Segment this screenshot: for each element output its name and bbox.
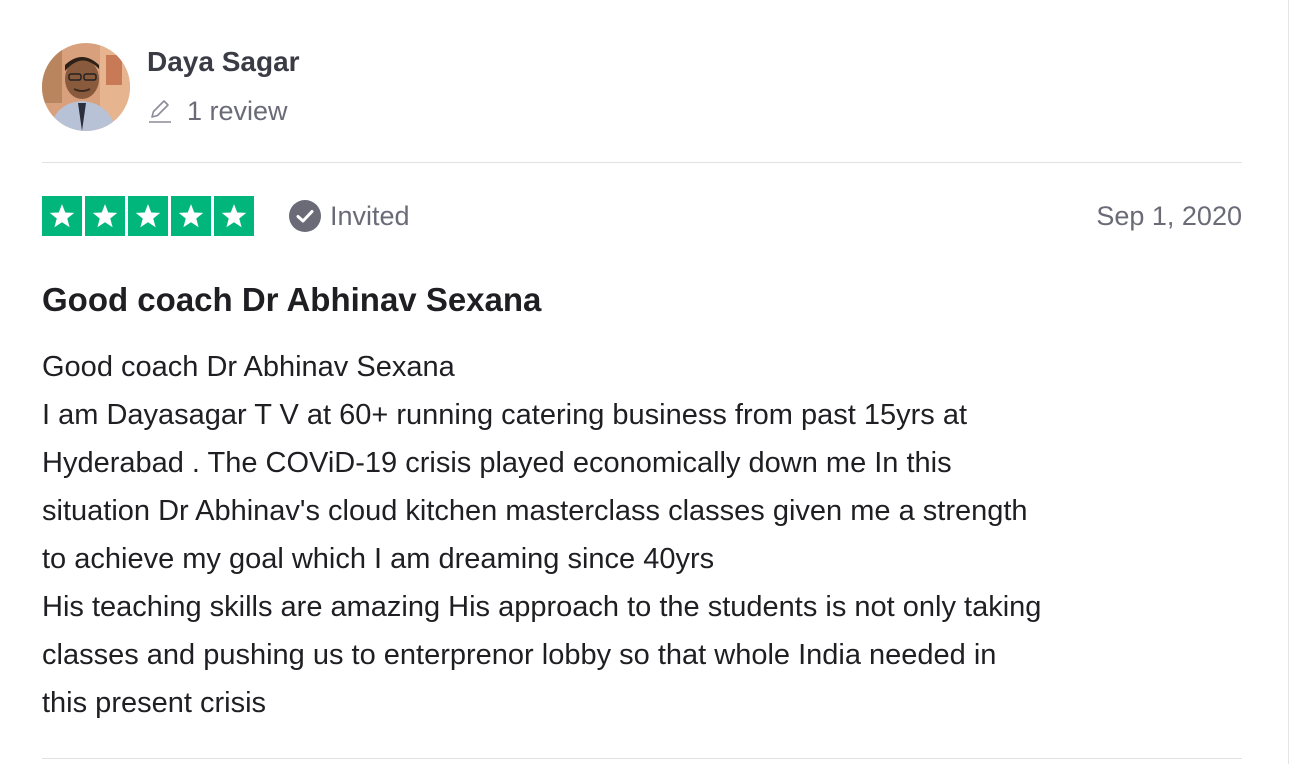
pencil-icon: [149, 100, 171, 123]
page-edge-divider: [1288, 0, 1289, 764]
review-body-line: situation Dr Abhinav's cloud kitchen mas…: [42, 495, 1028, 527]
verification-badge[interactable]: Invited: [289, 199, 410, 233]
consumer-review-count[interactable]: 1 review: [147, 94, 288, 128]
star-icon: [171, 196, 211, 236]
header-divider: [42, 162, 1242, 163]
consumer-avatar[interactable]: [42, 43, 130, 131]
review-body-line: I am Dayasagar T V at 60+ running cateri…: [42, 399, 967, 431]
star-rating: [42, 196, 254, 236]
avatar-photo-icon: [42, 43, 130, 131]
verification-label: Invited: [330, 200, 410, 231]
review-count-label: 1 review: [187, 95, 288, 126]
review-card: Daya Sagar 1 review Invited Sep 1, 2020 …: [42, 0, 1242, 764]
star-icon: [85, 196, 125, 236]
review-date: Sep 1, 2020: [1096, 201, 1242, 231]
review-body-line: classes and pushing us to enterprenor lo…: [42, 639, 997, 671]
review-body-line: to achieve my goal which I am dreaming s…: [42, 543, 715, 575]
review-title[interactable]: Good coach Dr Abhinav Sexana: [42, 280, 541, 320]
review-body-line: this present crisis: [42, 687, 267, 719]
check-circle-icon: [289, 200, 321, 232]
footer-divider: [42, 758, 1242, 759]
review-body-line: Good coach Dr Abhinav Sexana: [42, 351, 455, 383]
star-icon: [128, 196, 168, 236]
consumer-name[interactable]: Daya Sagar: [147, 45, 300, 79]
review-body-line: His teaching skills are amazing His appr…: [42, 591, 1042, 623]
review-body-line: Hyderabad . The COViD-19 crisis played e…: [42, 447, 952, 479]
star-icon: [42, 196, 82, 236]
review-body: Good coach Dr Abhinav Sexana I am Dayasag…: [42, 343, 1242, 727]
star-icon: [214, 196, 254, 236]
